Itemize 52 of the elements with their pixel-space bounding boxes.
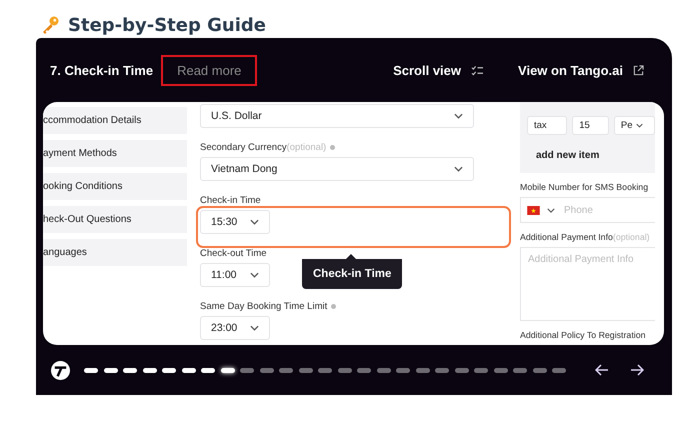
settings-nav-item[interactable]: ccommodation Details	[43, 107, 187, 134]
settings-nav-item[interactable]: anguages	[43, 239, 187, 266]
external-link-icon	[633, 64, 644, 76]
chevron-down-icon	[250, 272, 259, 278]
progress-step[interactable]	[104, 368, 118, 372]
field-label: Secondary Currency(optional)	[200, 142, 326, 152]
chevron-down-icon	[250, 325, 259, 331]
logo-icon	[51, 360, 70, 380]
arrow-left-icon[interactable]	[595, 364, 609, 376]
field-label: Check-in Time	[200, 194, 261, 206]
select-field[interactable]: 23:00	[200, 316, 270, 340]
chevron-down-icon	[454, 166, 463, 172]
chevron-down-icon	[250, 219, 259, 225]
chevron-down-icon	[636, 123, 643, 128]
read-more-link[interactable]: Read more	[161, 54, 258, 86]
progress-step[interactable]	[162, 368, 176, 372]
info-icon	[331, 304, 336, 308]
settings-nav-item[interactable]: ayment Methods	[43, 140, 187, 167]
progress-step[interactable]	[84, 368, 98, 372]
field-label: Mobile Number for SMS Booking	[520, 181, 650, 194]
info-icon	[330, 144, 336, 150]
tooltip: Check-in Time	[302, 254, 402, 289]
progress-step[interactable]	[220, 368, 234, 372]
fee-input[interactable]: 15	[572, 116, 609, 135]
select-field[interactable]: 15:30	[200, 210, 270, 234]
checklist-icon	[471, 64, 484, 76]
progress-step[interactable]	[182, 368, 196, 372]
field-label: Additional Policy To Registration	[520, 329, 647, 342]
label-input[interactable]: tax	[527, 116, 568, 135]
progress-step[interactable]	[201, 368, 215, 372]
phone-field[interactable]: Phone	[520, 197, 655, 223]
select-field[interactable]: U.S. Dollar	[200, 104, 474, 128]
progress-step[interactable]	[142, 368, 156, 372]
unit-select[interactable]: Pe	[614, 116, 655, 135]
select-field[interactable]: 11:00	[200, 263, 270, 287]
scroll-view-button[interactable]: Scroll view	[393, 62, 484, 78]
select-field[interactable]: Vietnam Dong	[200, 157, 474, 181]
arrow-right-icon[interactable]	[630, 364, 644, 376]
guide-heading: Step-by-Step Guide	[68, 14, 266, 36]
settings-nav-item[interactable]: heck-Out Questions	[43, 206, 187, 233]
progress-step[interactable]	[123, 368, 137, 372]
payment-info-textarea[interactable]: Additional Payment Info	[520, 247, 655, 321]
chevron-down-icon	[547, 208, 555, 212]
add-new-item-button[interactable]: add new item	[536, 150, 655, 161]
settings-nav-item[interactable]: ooking Conditions	[43, 173, 187, 200]
field-label: Same Day Booking Time Limit	[200, 300, 328, 312]
field-label: Check-out Time	[200, 248, 267, 258]
flag-icon	[527, 206, 540, 214]
chevron-down-icon	[454, 113, 463, 119]
step-title: 7. Check-in Time	[50, 62, 154, 78]
field-label: Additional Payment Info(optional)	[520, 231, 651, 244]
view-on-tango-link[interactable]: View on Tango.ai	[518, 62, 644, 78]
